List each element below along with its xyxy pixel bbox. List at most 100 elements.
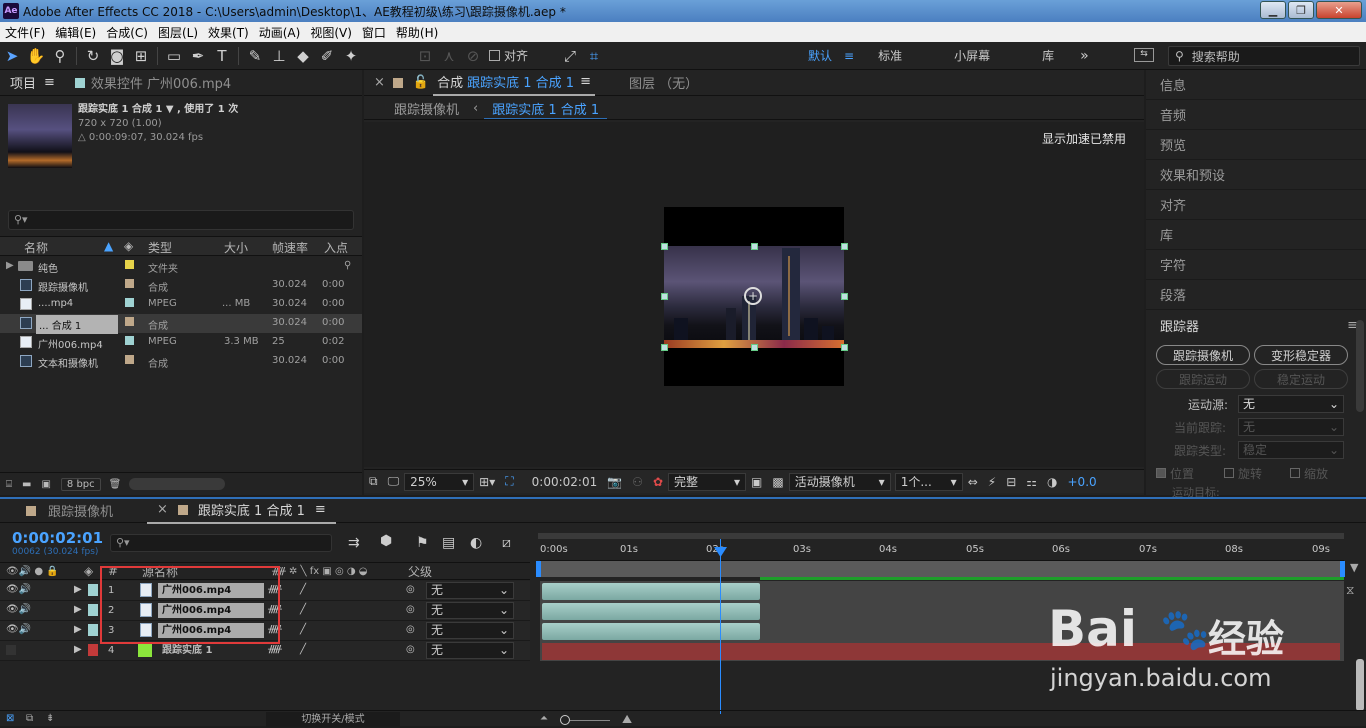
transform-handle[interactable] (661, 293, 668, 300)
quality-switch-icon[interactable]: ╱ (300, 624, 306, 635)
label-color-swatch[interactable] (88, 644, 98, 656)
snap-feature-icon[interactable]: ⤢ (558, 44, 582, 68)
workspace-library[interactable]: 库 (1030, 47, 1066, 64)
close-tab-icon[interactable]: × (157, 502, 168, 517)
layer-duration-bar[interactable] (542, 583, 760, 600)
camera-view-dropdown[interactable]: 活动摄像机 ▾ (788, 472, 891, 491)
track-camera-button[interactable]: 跟踪摄像机 (1156, 345, 1250, 365)
reset-exposure-icon[interactable]: ◑ (1042, 473, 1062, 491)
resolution-dropdown[interactable]: 完整 ▾ (668, 472, 746, 491)
panel-info[interactable]: 信息 (1146, 70, 1366, 100)
brush-tool-icon[interactable]: ✎ (243, 44, 267, 68)
panel-menu-icon[interactable]: ≡ (44, 75, 55, 90)
panel-audio[interactable]: 音频 (1146, 100, 1366, 130)
region-of-interest-icon[interactable]: ▣ (746, 473, 767, 491)
transform-handle[interactable] (661, 344, 668, 351)
label-color-swatch[interactable] (88, 624, 98, 636)
stabilize-motion-button[interactable]: 稳定运动 (1254, 369, 1348, 389)
close-button[interactable]: ✕ (1316, 1, 1362, 19)
label-color-swatch[interactable] (125, 298, 134, 307)
label-color-swatch[interactable] (125, 260, 134, 269)
quality-switch-icon[interactable]: ╱ (300, 644, 306, 655)
breadcrumb-current[interactable]: 跟踪实底 1 合成 1 (484, 99, 608, 119)
pick-whip-icon[interactable]: ◎ (406, 584, 415, 595)
work-area-bar[interactable] (540, 561, 1344, 577)
motion-source-dropdown[interactable]: 无 ⌄ (1238, 395, 1344, 413)
label-color-swatch[interactable] (125, 336, 134, 345)
pen-tool-icon[interactable]: ✒ (186, 44, 210, 68)
delete-icon[interactable]: 🗑 (109, 479, 122, 490)
snapping-toggle[interactable]: 对齐 (489, 47, 528, 64)
scale-option[interactable]: 缩放 (1290, 465, 1328, 482)
menu-view[interactable]: 视图(V) (305, 24, 357, 41)
track-type-dropdown[interactable]: 稳定 ⌄ (1238, 441, 1344, 459)
title-safe-icon[interactable]: ⊞▾ (474, 473, 500, 491)
view-layout-dropdown[interactable]: 1个... ▾ (894, 472, 963, 491)
view-axis-icon[interactable]: ⊘ (461, 44, 485, 68)
col-name[interactable]: 名称 (24, 239, 48, 256)
label-color-swatch[interactable] (125, 317, 134, 326)
tab-effect-controls[interactable]: 效果控件 广州006.mp4 (65, 70, 241, 96)
exposure-value[interactable]: +0.0 (1063, 473, 1102, 491)
panel-menu-icon[interactable]: ≡ (580, 74, 591, 89)
layer-switches-pane-icon[interactable]: ⊠ (6, 713, 14, 724)
shy-switch-icon[interactable]: ᚏ (268, 644, 282, 655)
menu-animation[interactable]: 动画(A) (254, 24, 306, 41)
rotate-tool-icon[interactable]: ↻ (81, 44, 105, 68)
menu-file[interactable]: 文件(F) (0, 24, 50, 41)
panel-preview[interactable]: 预览 (1146, 130, 1366, 160)
sync-settings-icon[interactable]: ⇆ (1134, 48, 1154, 62)
timeline-scrollbar[interactable] (1356, 659, 1364, 711)
menu-effect[interactable]: 效果(T) (203, 24, 254, 41)
col-fps[interactable]: 帧速率 (272, 239, 308, 256)
menu-layer[interactable]: 图层(L) (153, 24, 203, 41)
selection-tool-icon[interactable]: ➤ (0, 44, 24, 68)
zoom-slider-thumb[interactable] (560, 715, 570, 725)
transform-handle[interactable] (841, 293, 848, 300)
label-color-swatch[interactable] (125, 279, 134, 288)
layer-duration-bar[interactable] (542, 603, 760, 620)
tab-timeline-tracked-camera[interactable]: 跟踪摄像机 (16, 498, 123, 524)
project-item-row[interactable]: 文本和摄像机 合成 30.024 0:00 (0, 352, 362, 371)
camera-tool-icon[interactable]: ◙ (105, 44, 129, 68)
zoom-out-icon[interactable]: ⏶ (540, 713, 548, 724)
menu-composition[interactable]: 合成(C) (101, 24, 153, 41)
layer-name[interactable]: 跟踪实底 1 (158, 643, 264, 658)
pick-whip-icon[interactable]: ◎ (406, 644, 415, 655)
zoom-tool-icon[interactable]: ⚲ (48, 44, 72, 68)
layer-duration-bar[interactable] (542, 623, 760, 640)
anchor-point-icon[interactable]: + (744, 287, 762, 305)
timeline-current-time[interactable]: 0:00:02:01 (12, 529, 103, 547)
time-ruler[interactable]: 0:00s 01s 02s 03s 04s 05s 06s 07s 08s 09… (540, 539, 1344, 561)
timeline-icon[interactable]: ⊟ (1001, 473, 1021, 491)
project-item-row[interactable]: ... 合成 1 合成 30.024 0:00 (0, 314, 362, 334)
position-checkbox[interactable] (1156, 468, 1166, 478)
panel-align[interactable]: 对齐 (1146, 190, 1366, 220)
transform-handle[interactable] (751, 344, 758, 351)
label-color-swatch[interactable] (88, 604, 98, 616)
col-parent[interactable]: 父级 (408, 563, 432, 580)
zoom-slider[interactable] (560, 713, 610, 725)
panel-character[interactable]: 字符 (1146, 250, 1366, 280)
transform-handle[interactable] (661, 243, 668, 250)
panel-library[interactable]: 库 (1146, 220, 1366, 250)
breadcrumb-parent[interactable]: 跟踪摄像机 (394, 99, 459, 118)
current-time-display[interactable]: 0:00:02:01 (527, 473, 603, 491)
rotation-checkbox[interactable] (1224, 468, 1234, 478)
composition-viewport[interactable]: 显示加速已禁用 + (364, 122, 1144, 467)
visibility-icon[interactable]: 👁🔊 (6, 624, 31, 635)
transform-handle[interactable] (751, 243, 758, 250)
bit-depth-button[interactable]: 8 bpc (60, 477, 101, 491)
panel-tracker[interactable]: 跟踪器 ≡ (1146, 310, 1366, 340)
hand-tool-icon[interactable]: ✋ (24, 44, 48, 68)
quality-switch-icon[interactable]: ╱ (300, 604, 306, 615)
solid-layer-duration-bar[interactable] (542, 643, 1340, 660)
roto-brush-tool-icon[interactable]: ✐ (315, 44, 339, 68)
layer-row[interactable]: ▶ 4 跟踪实底 1 ᚏ ╱ ◎ 无 ⌄ (0, 641, 530, 661)
expand-arrow-icon[interactable]: ▶ (74, 584, 82, 595)
label-color-swatch[interactable] (88, 584, 98, 596)
eraser-tool-icon[interactable]: ◆ (291, 44, 315, 68)
rectangle-tool-icon[interactable]: ▭ (162, 44, 186, 68)
workspace-small-screen[interactable]: 小屏幕 (942, 47, 1030, 64)
lock-icon[interactable]: 🔓 (409, 70, 433, 96)
